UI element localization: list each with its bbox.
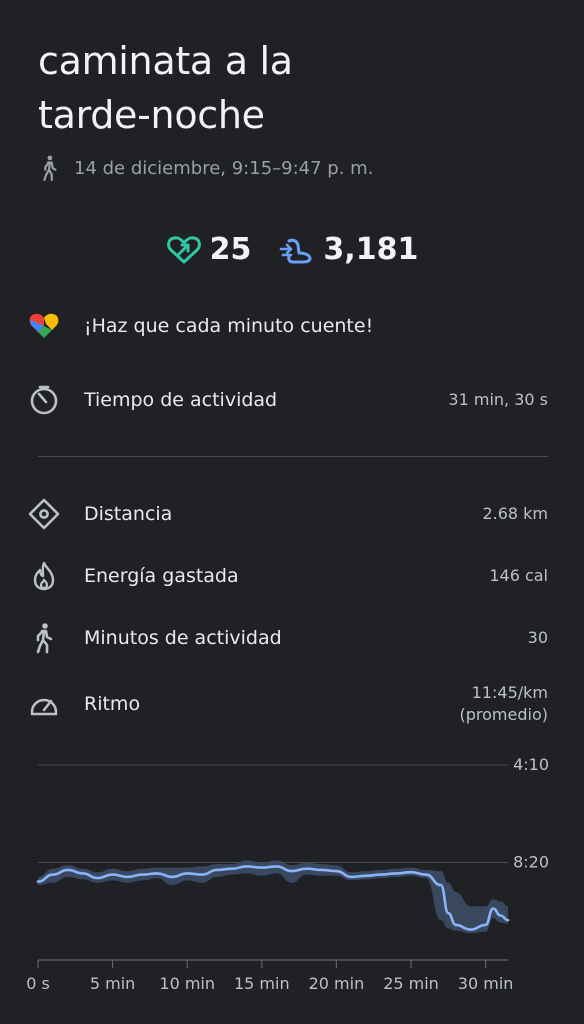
motto-text: ¡Haz que cada minuto cuente! bbox=[84, 315, 374, 337]
metric-row-active-time[interactable]: Tiempo de actividad 31 min, 30 s bbox=[26, 382, 548, 418]
speedometer-icon bbox=[26, 686, 62, 722]
activity-date-row: 14 de diciembre, 9:15–9:47 p. m. bbox=[38, 154, 373, 182]
metric-value: 30 bbox=[527, 628, 548, 647]
activity-title-line-1: caminata a la bbox=[38, 39, 293, 83]
stats-summary: 25 3,181 bbox=[0, 232, 584, 267]
location-pin-icon bbox=[26, 496, 62, 532]
x-tick-label: 30 min bbox=[458, 974, 514, 993]
activity-title[interactable]: caminata a la tarde-noche bbox=[38, 34, 538, 142]
activity-title-line-2: tarde-noche bbox=[38, 93, 265, 137]
metric-value: 11:45/km bbox=[471, 683, 548, 702]
metric-value: 2.68 km bbox=[482, 504, 548, 523]
metric-label: Minutos de actividad bbox=[84, 627, 282, 649]
metric-row-distance[interactable]: Distancia 2.68 km bbox=[26, 496, 548, 532]
y-tick-label: 8:20 bbox=[513, 852, 549, 871]
heart-points-value: 25 bbox=[209, 232, 252, 267]
metric-row-move-minutes[interactable]: Minutos de actividad 30 bbox=[26, 620, 548, 656]
steps-stat[interactable]: 3,181 bbox=[279, 232, 418, 267]
flame-icon bbox=[26, 558, 62, 594]
heart-points-stat[interactable]: 25 bbox=[166, 232, 252, 267]
pace-chart-svg: 4:10 8:20 0 s 5 min 10 min 15 min 20 min 25 min… bbox=[26, 755, 549, 993]
x-tick-label: 15 min bbox=[234, 974, 290, 993]
section-divider bbox=[38, 456, 548, 457]
heart-points-icon bbox=[166, 235, 201, 263]
timer-icon bbox=[26, 382, 62, 418]
x-tick-label: 20 min bbox=[309, 974, 365, 993]
metric-label: Tiempo de actividad bbox=[84, 389, 278, 411]
y-tick-label: 4:10 bbox=[513, 755, 549, 774]
pace-range-band bbox=[38, 860, 508, 934]
x-tick-label: 5 min bbox=[90, 974, 135, 993]
motto-row: ¡Haz que cada minuto cuente! bbox=[26, 308, 548, 344]
metric-value-group: 11:45/km (promedio) bbox=[460, 682, 548, 726]
metric-row-pace[interactable]: Ritmo 11:45/km (promedio) bbox=[26, 682, 548, 726]
metric-label: Distancia bbox=[84, 503, 173, 525]
metric-value-note: (promedio) bbox=[459, 705, 548, 724]
metric-value: 31 min, 30 s bbox=[448, 390, 548, 409]
activity-detail-screen: caminata a la tarde-noche 14 de diciembr… bbox=[0, 0, 584, 1024]
walking-icon bbox=[43, 155, 57, 182]
google-fit-heart-icon bbox=[26, 308, 62, 344]
steps-icon bbox=[280, 238, 312, 263]
x-tick-label: 25 min bbox=[383, 974, 439, 993]
metric-value: 146 cal bbox=[489, 566, 548, 585]
steps-value: 3,181 bbox=[323, 232, 419, 267]
metric-label: Energía gastada bbox=[84, 565, 239, 587]
walking-icon bbox=[26, 620, 62, 656]
metric-label: Ritmo bbox=[84, 693, 141, 715]
activity-date-time: 14 de diciembre, 9:15–9:47 p. m. bbox=[74, 157, 374, 179]
pace-chart[interactable]: 4:10 8:20 0 s 5 min 10 min 15 min 20 min 25 min… bbox=[0, 740, 584, 1024]
metric-row-energy[interactable]: Energía gastada 146 cal bbox=[26, 558, 548, 594]
x-tick-label: 10 min bbox=[159, 974, 215, 993]
x-tick-label: 0 s bbox=[26, 974, 50, 993]
